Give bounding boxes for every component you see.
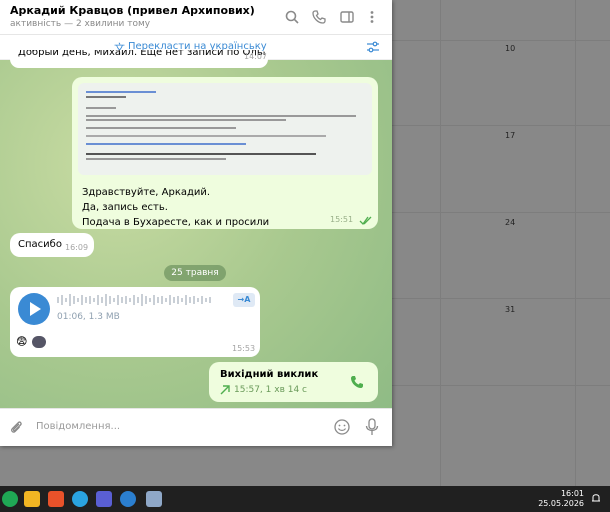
grid-line xyxy=(390,212,610,213)
call-details: 15:57, 1 хв 14 с xyxy=(234,385,307,395)
message-line: Здравствуйте, Аркадий. xyxy=(82,187,211,198)
message-time: 16:09 xyxy=(65,243,89,252)
sidebar-toggle-icon[interactable] xyxy=(339,9,355,25)
clock-time[interactable]: 16:01 xyxy=(561,489,584,498)
grid-line xyxy=(390,298,610,299)
background-calendar-grid xyxy=(390,0,610,486)
message-incoming[interactable]: Добрый день, Михаил. Еще нет записи по О… xyxy=(10,50,268,68)
chat-header: Аркадий Кравцов (привел Архипових) актив… xyxy=(0,0,392,35)
voice-message[interactable]: →A 01:06, 1.3 MB 😨 15:53 xyxy=(10,287,260,357)
attached-image[interactable] xyxy=(78,83,372,175)
call-title: Вихідний виклик xyxy=(220,369,319,380)
message-time: 15:51 xyxy=(330,215,354,224)
notifications-icon[interactable] xyxy=(590,492,602,504)
grid-line xyxy=(440,0,441,486)
chat-area[interactable]: Добрый день, Михаил. Еще нет записи по О… xyxy=(0,50,392,408)
telegram-icon[interactable] xyxy=(72,491,88,507)
calendar-date: 31 xyxy=(505,305,516,314)
more-menu-icon[interactable] xyxy=(364,9,380,25)
translate-settings-icon[interactable] xyxy=(366,40,380,54)
whatsapp-icon[interactable] xyxy=(2,491,18,507)
attach-icon[interactable] xyxy=(8,419,24,435)
outgoing-call-message[interactable]: Вихідний виклик 15:57, 1 хв 14 с xyxy=(209,362,378,402)
background-bottom xyxy=(0,446,390,486)
clock-date[interactable]: 25.05.2026 xyxy=(538,499,584,508)
phone-call-icon[interactable] xyxy=(311,9,327,25)
message-text-block: Здравствуйте, Аркадий. Да, запись есть. … xyxy=(82,185,269,230)
teams-icon[interactable] xyxy=(96,491,112,507)
voice-meta: 01:06, 1.3 MB xyxy=(57,312,120,322)
outgoing-arrow-icon xyxy=(220,385,230,395)
date-separator: 25 травня xyxy=(164,265,226,281)
search-icon[interactable] xyxy=(284,9,300,25)
taskbar: 16:01 25.05.2026 xyxy=(0,486,610,512)
message-input-bar: Повідомлення... xyxy=(0,408,392,446)
brave-browser-icon[interactable] xyxy=(48,491,64,507)
message-outgoing[interactable]: Здравствуйте, Аркадий. Да, запись есть. … xyxy=(72,77,378,229)
voice-waveform[interactable] xyxy=(57,293,227,307)
reaction-avatar xyxy=(32,336,46,348)
grid-line xyxy=(390,385,610,386)
message-line: Да, запись есть. xyxy=(82,202,168,213)
message-line: Подача в Бухаресте, как и просили xyxy=(82,217,270,228)
message-time: 15:53 xyxy=(232,344,256,353)
message-text: Добрый день, Михаил. Еще нет записи по О… xyxy=(18,50,268,58)
calendar-date: 17 xyxy=(505,131,516,140)
microphone-icon[interactable] xyxy=(364,418,380,436)
calendar-date: 24 xyxy=(505,218,516,227)
contact-status: активність — 2 хвилини тому xyxy=(10,19,151,29)
file-explorer-icon[interactable] xyxy=(24,491,40,507)
calendar-date: 10 xyxy=(505,44,516,53)
play-button[interactable] xyxy=(18,293,50,325)
transcribe-button[interactable]: →A xyxy=(233,293,255,307)
message-input[interactable]: Повідомлення... xyxy=(36,421,120,432)
play-icon xyxy=(30,302,41,316)
emoji-icon[interactable] xyxy=(333,418,351,436)
edge-browser-icon[interactable] xyxy=(120,491,136,507)
calculator-icon[interactable] xyxy=(146,491,162,507)
call-back-icon[interactable] xyxy=(349,374,365,390)
grid-line xyxy=(575,0,576,486)
reaction-emoji[interactable]: 😨 xyxy=(16,335,27,348)
contact-name[interactable]: Аркадий Кравцов (привел Архипових) xyxy=(10,4,255,17)
telegram-window: Аркадий Кравцов (привел Архипових) актив… xyxy=(0,0,392,446)
message-time: 14:07 xyxy=(244,52,268,61)
message-incoming[interactable]: Спасибо 16:09 xyxy=(10,233,94,257)
message-text: Спасибо xyxy=(18,239,62,250)
grid-line xyxy=(390,40,610,41)
grid-line xyxy=(390,125,610,126)
read-checkmark-icon xyxy=(359,216,372,225)
